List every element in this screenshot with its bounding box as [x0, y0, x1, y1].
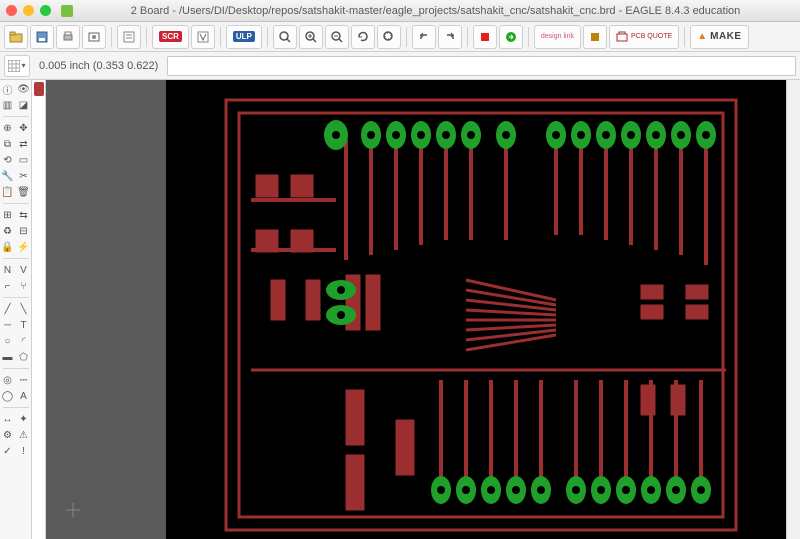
- dropdown-icon: ▾: [21, 61, 25, 70]
- route-tool[interactable]: ╱: [1, 302, 15, 316]
- main-area: ⓘ👁 ▥◪ ⊕✥ ⧉⇄ ⟲▭ 🔧✂ 📋🗑 ⊞⇆ ♻⊟ 🔒⚡ NV ⌐⑂ ╱╲ ─…: [0, 80, 800, 539]
- ulp-button[interactable]: [191, 25, 215, 49]
- open-button[interactable]: [4, 25, 28, 49]
- save-button[interactable]: [30, 25, 54, 49]
- mirror-tool[interactable]: ⇄: [17, 137, 31, 151]
- cut-tool[interactable]: ✂: [17, 169, 31, 183]
- value-tool[interactable]: V: [17, 263, 31, 277]
- erc-tool[interactable]: ⚠: [17, 428, 31, 442]
- via-tool[interactable]: ◎: [1, 373, 15, 387]
- manufacturing-button[interactable]: [583, 25, 607, 49]
- layer-tool[interactable]: ▥: [1, 98, 15, 112]
- pcb-render: [46, 80, 786, 539]
- go-button[interactable]: [499, 25, 523, 49]
- ulp-run-button[interactable]: ULP: [226, 25, 262, 49]
- move-tool[interactable]: ✥: [17, 121, 31, 135]
- change-tool[interactable]: 🔧: [1, 169, 15, 183]
- polygon-tool[interactable]: ⬠: [17, 350, 31, 364]
- copy-tool[interactable]: ⧉: [1, 137, 15, 151]
- command-line-input[interactable]: [167, 56, 796, 76]
- lock-tool[interactable]: 🔒: [1, 240, 15, 254]
- delete-tool[interactable]: 🗑: [17, 185, 31, 199]
- tool-palette: ⓘ👁 ▥◪ ⊕✥ ⧉⇄ ⟲▭ 🔧✂ 📋🗑 ⊞⇆ ♻⊟ 🔒⚡ NV ⌐⑂ ╱╲ ─…: [0, 80, 32, 539]
- add-tool[interactable]: ⊞: [1, 208, 15, 222]
- replace-tool[interactable]: ♻: [1, 224, 15, 238]
- separator: [267, 27, 268, 47]
- auto-tool[interactable]: ⚙: [1, 428, 15, 442]
- pcb-quote-button[interactable]: PCB QUOTE: [609, 25, 679, 49]
- attribute-tool[interactable]: A: [17, 389, 31, 403]
- script-button[interactable]: SCR: [152, 25, 189, 49]
- zoom-out-button[interactable]: [325, 25, 349, 49]
- text-tool[interactable]: T: [17, 318, 31, 332]
- layer-strip: [32, 80, 46, 539]
- main-toolbar: SCR ULP design link PCB QUOTE ▲MAKE: [0, 22, 800, 52]
- miter-tool[interactable]: ⌐: [1, 279, 15, 293]
- dimension-tool[interactable]: ↔: [1, 412, 15, 426]
- rotate-tool[interactable]: ⟲: [1, 153, 15, 167]
- gate-tool[interactable]: ⊟: [17, 224, 31, 238]
- errors-tool[interactable]: !: [17, 444, 31, 458]
- drc-tool[interactable]: ✓: [1, 444, 15, 458]
- redo-button[interactable]: [438, 25, 462, 49]
- document-icon: [61, 5, 73, 17]
- wire-tool[interactable]: ─: [1, 318, 15, 332]
- info-tool[interactable]: ⓘ: [1, 82, 15, 96]
- zoom-in-button[interactable]: [299, 25, 323, 49]
- window-titlebar: 2 Board - /Users/DI/Desktop/repos/satsha…: [0, 0, 800, 22]
- layer-swatch-top[interactable]: [34, 82, 44, 96]
- separator: [220, 27, 221, 47]
- split-tool[interactable]: ⑂: [17, 279, 31, 293]
- grid-icon: [8, 60, 20, 72]
- arc-tool[interactable]: ◜: [17, 334, 31, 348]
- board-canvas[interactable]: [46, 80, 786, 539]
- make-button[interactable]: ▲MAKE: [690, 25, 748, 49]
- smash-tool[interactable]: ⚡: [17, 240, 31, 254]
- cancel-button[interactable]: [473, 25, 497, 49]
- separator: [684, 27, 685, 47]
- ripup-tool[interactable]: ╲: [17, 302, 31, 316]
- display-tool[interactable]: ◪: [17, 98, 31, 112]
- rect-tool[interactable]: ▬: [1, 350, 15, 364]
- ratsnest-tool[interactable]: ✦: [17, 412, 31, 426]
- zoom-redraw-button[interactable]: [351, 25, 375, 49]
- canvas-viewport[interactable]: [46, 80, 786, 539]
- maximize-window-button[interactable]: [40, 5, 51, 16]
- separator: [406, 27, 407, 47]
- coordinate-display: 0.005 inch (0.353 0.622): [33, 60, 164, 72]
- hole-tool[interactable]: ◯: [1, 389, 15, 403]
- signal-tool[interactable]: ⎓: [17, 373, 31, 387]
- paste-tool[interactable]: 📋: [1, 185, 15, 199]
- pinswap-tool[interactable]: ⇆: [17, 208, 31, 222]
- separator: [467, 27, 468, 47]
- vertical-scrollbar[interactable]: [786, 80, 800, 539]
- minimize-window-button[interactable]: [23, 5, 34, 16]
- mark-tool[interactable]: ⊕: [1, 121, 15, 135]
- grid-button[interactable]: ▾: [4, 55, 30, 77]
- parameter-toolbar: ▾ 0.005 inch (0.353 0.622): [0, 52, 800, 80]
- separator: [146, 27, 147, 47]
- circle-tool[interactable]: ○: [1, 334, 15, 348]
- cam-button[interactable]: [82, 25, 106, 49]
- separator: [111, 27, 112, 47]
- schematic-switch-button[interactable]: [117, 25, 141, 49]
- design-link-button[interactable]: design link: [534, 25, 581, 49]
- zoom-fit-button[interactable]: [273, 25, 297, 49]
- zoom-select-button[interactable]: [377, 25, 401, 49]
- close-window-button[interactable]: [6, 5, 17, 16]
- separator: [528, 27, 529, 47]
- window-title: 2 Board - /Users/DI/Desktop/repos/satsha…: [77, 5, 794, 17]
- undo-button[interactable]: [412, 25, 436, 49]
- print-button[interactable]: [56, 25, 80, 49]
- show-tool[interactable]: 👁: [17, 82, 31, 96]
- name-tool[interactable]: N: [1, 263, 15, 277]
- traffic-lights: [6, 5, 51, 16]
- group-tool[interactable]: ▭: [17, 153, 31, 167]
